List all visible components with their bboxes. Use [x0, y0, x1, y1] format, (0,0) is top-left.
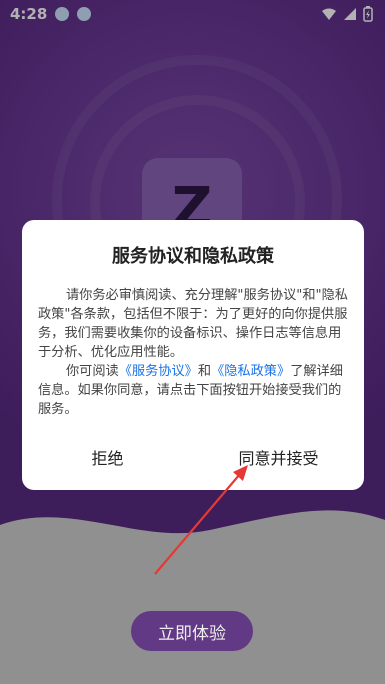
dialog-text: 和: [197, 364, 212, 379]
dialog-title: 服务协议和隐私政策: [112, 246, 274, 267]
start-experience-button[interactable]: 立即体验: [131, 611, 253, 651]
service-agreement-link[interactable]: 《服务协议》: [119, 364, 198, 379]
dialog-paragraph: 请你务必审慎阅读、充分理解"服务协议"和"隐私政策"各条款，包括但不限于：为了更…: [38, 288, 348, 360]
privacy-dialog: 服务协议和隐私政策 请你务必审慎阅读、充分理解"服务协议"和"隐私政策"各条款，…: [22, 220, 364, 490]
reject-button[interactable]: 拒绝: [22, 438, 193, 478]
dialog-paragraph: 你可阅读《服务协议》和《隐私政策》了解详细信息。如果你同意，请点击下面按钮开始接…: [38, 362, 350, 419]
privacy-policy-link[interactable]: 《隐私政策》: [211, 364, 290, 379]
dialog-text: 你可阅读: [66, 364, 119, 379]
dialog-body: 请你务必审慎阅读、充分理解"服务协议"和"隐私政策"各条款，包括但不限于：为了更…: [38, 286, 350, 419]
dialog-button-row: 拒绝 同意并接受: [22, 438, 364, 478]
accept-button[interactable]: 同意并接受: [193, 438, 364, 478]
